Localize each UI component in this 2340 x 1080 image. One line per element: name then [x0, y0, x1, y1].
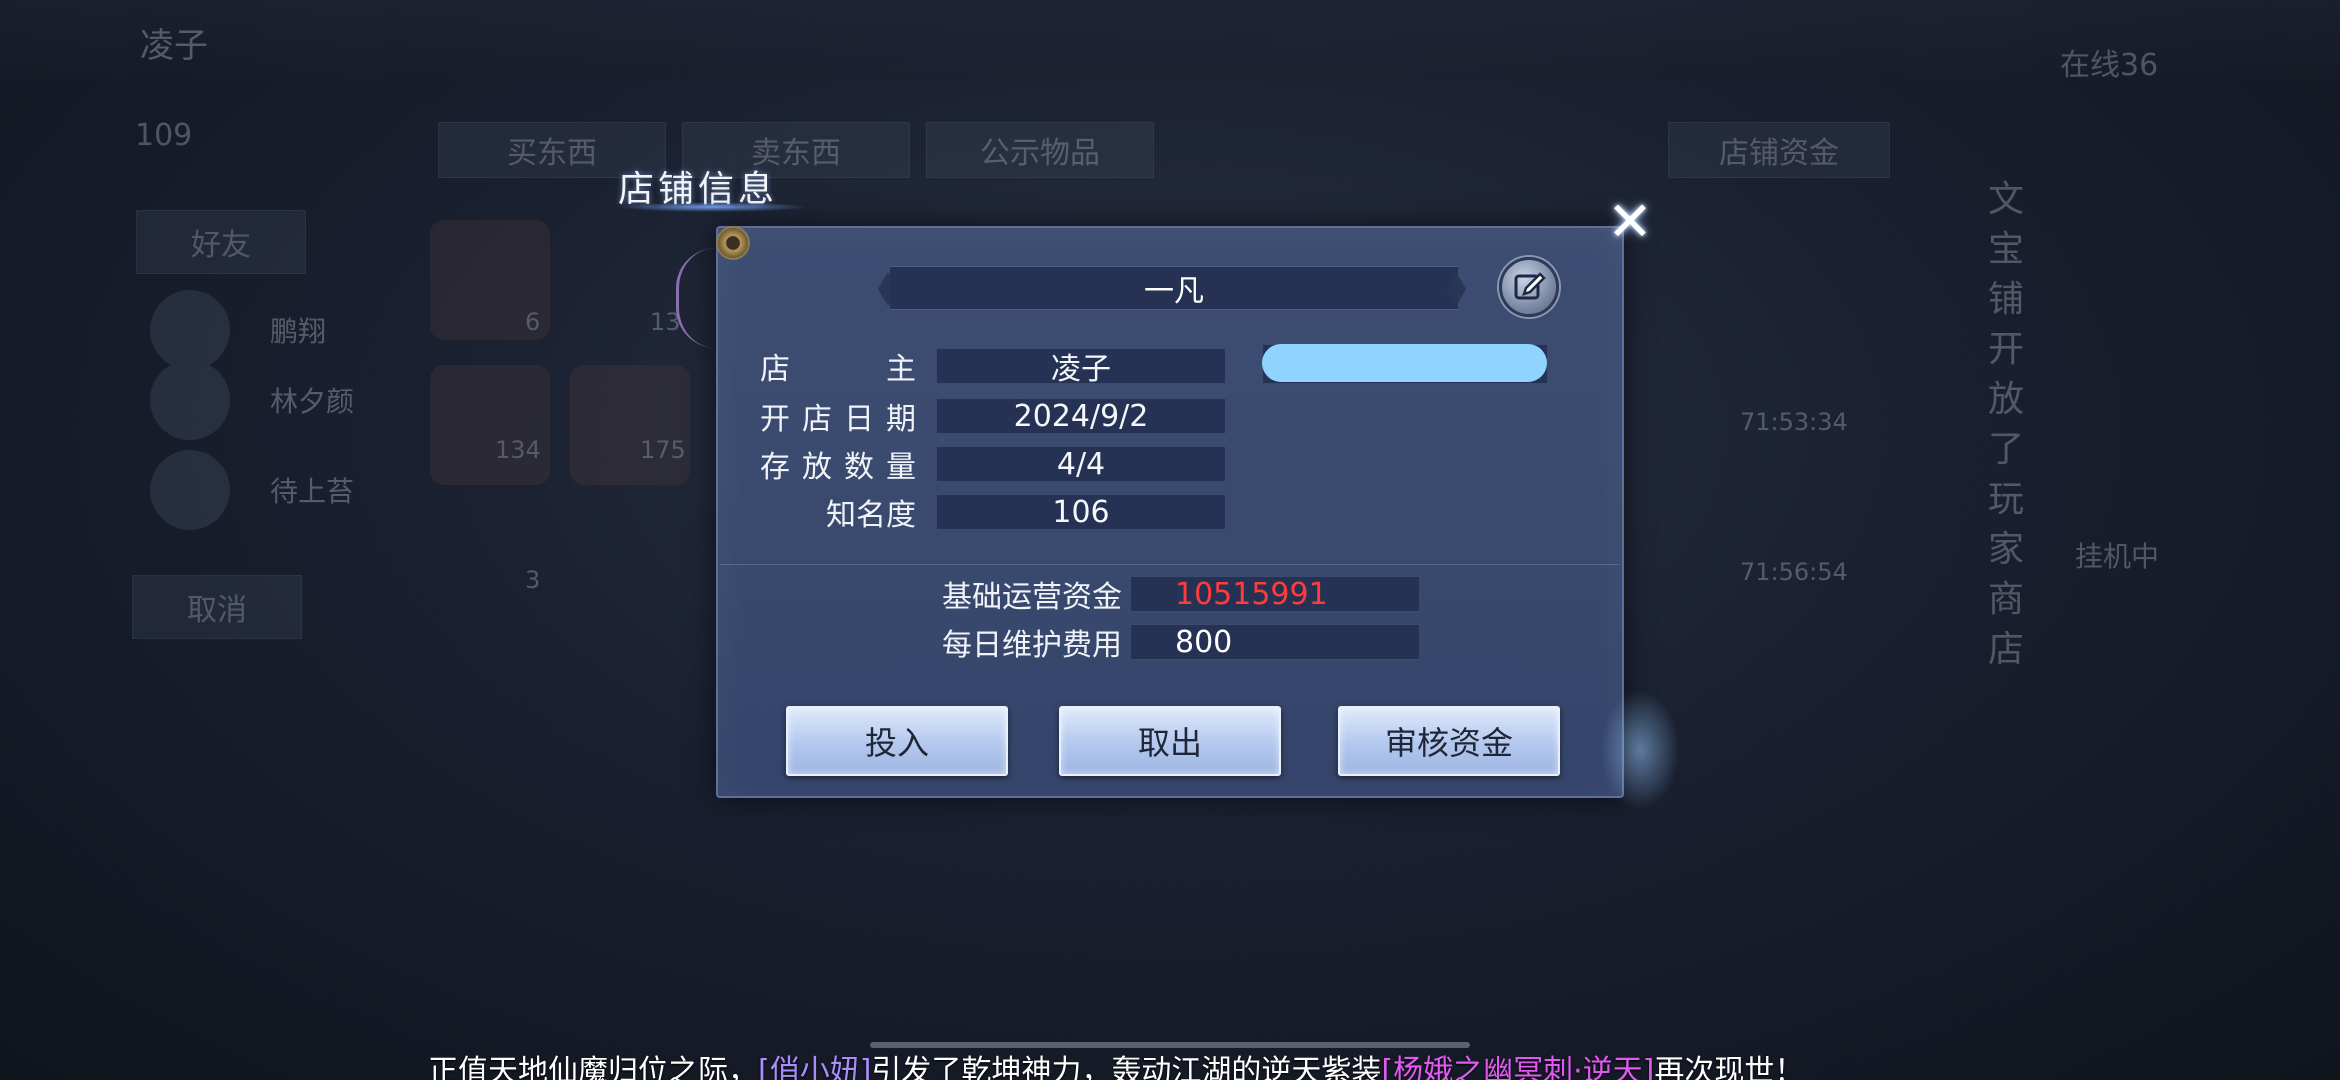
friend-item[interactable]: 待上苔	[150, 450, 354, 530]
tag-knot-decoration	[716, 226, 750, 260]
item-slot[interactable]	[430, 365, 550, 485]
pencil-icon	[1514, 272, 1546, 300]
shop-owner-row: 店 主 凌子	[760, 348, 1226, 387]
title-glow	[618, 202, 808, 212]
deposit-button[interactable]: 投入	[786, 706, 1008, 776]
reputation-value: 106	[936, 494, 1226, 530]
system-broadcast: 正值天地仙魔归位之际，[俏小妞]引发了乾坤神力，轰动江湖的逆天紫装[杨娥之幽冥刺…	[428, 1046, 1804, 1080]
sparkle-decoration	[1600, 690, 1680, 810]
section-divider	[720, 564, 1620, 565]
redaction-overlay	[1262, 344, 1547, 382]
item-count: 175	[640, 436, 686, 464]
storage-count-value: 4/4	[936, 446, 1226, 482]
listing-timer: 71:53:34	[1740, 408, 1848, 436]
tab-public-items[interactable]: 公示物品	[926, 122, 1154, 178]
idle-status: 挂机中	[2075, 540, 2160, 573]
base-fund-value: 10515991	[1130, 576, 1420, 612]
avatar	[150, 360, 230, 440]
withdraw-button[interactable]: 取出	[1059, 706, 1281, 776]
player-name: 凌子	[140, 26, 208, 66]
avatar	[150, 290, 230, 370]
avatar	[150, 450, 230, 530]
friend-item[interactable]: 林夕颜	[150, 360, 354, 440]
open-date-value: 2024/9/2	[936, 398, 1226, 434]
edit-name-button[interactable]	[1499, 257, 1559, 317]
base-fund-row: 基础运营资金 10515991	[900, 576, 1420, 615]
broadcast-text: 再次现世！	[1654, 1054, 1805, 1080]
daily-fee-value: 800	[1130, 624, 1420, 660]
open-date-row: 开店日期 2024/9/2	[760, 398, 1226, 437]
side-vertical-notice: 文宝铺开放了玩家商店	[1988, 179, 2025, 670]
item-count: 134	[495, 436, 541, 464]
audit-funds-button[interactable]: 审核资金	[1338, 706, 1560, 776]
base-fund-label: 基础运营资金	[942, 580, 1122, 615]
storage-count-row: 存放数量 4/4	[760, 446, 1226, 485]
friends-button[interactable]: 好友	[136, 210, 306, 274]
broadcast-player-link[interactable]: [俏小妞]	[758, 1054, 871, 1080]
player-level: 109	[135, 118, 193, 153]
storage-count-label: 存放数量	[760, 450, 916, 485]
reputation-label: 知名度	[826, 498, 916, 533]
broadcast-text: 正值天地仙魔归位之际，	[428, 1054, 758, 1080]
tab-shop-funds[interactable]: 店铺资金	[1668, 122, 1890, 178]
online-status: 在线36	[2060, 48, 2159, 83]
item-slot[interactable]	[570, 365, 690, 485]
item-count: 6	[525, 308, 541, 336]
friend-item[interactable]: 鹏翔	[150, 290, 326, 370]
cancel-button-bg[interactable]: 取消	[132, 575, 302, 639]
daily-fee-row: 每日维护费用 800	[900, 624, 1420, 663]
shop-name: 一凡	[890, 266, 1458, 310]
shop-owner-value: 凌子	[936, 348, 1226, 387]
close-button[interactable]: ✕	[1604, 195, 1656, 249]
shop-owner-label: 店 主	[760, 352, 916, 387]
open-date-label: 开店日期	[760, 402, 916, 437]
reputation-row: 知名度 106	[760, 494, 1226, 533]
daily-fee-label: 每日维护费用	[942, 628, 1122, 663]
top-status-bar	[0, 0, 2340, 80]
broadcast-text: 引发了乾坤神力，轰动江湖的逆天紫装	[871, 1054, 1382, 1080]
listing-timer: 71:56:54	[1740, 558, 1848, 586]
item-count: 3	[525, 566, 541, 594]
broadcast-item-link[interactable]: [杨娥之幽冥刺·逆天]	[1381, 1054, 1654, 1080]
